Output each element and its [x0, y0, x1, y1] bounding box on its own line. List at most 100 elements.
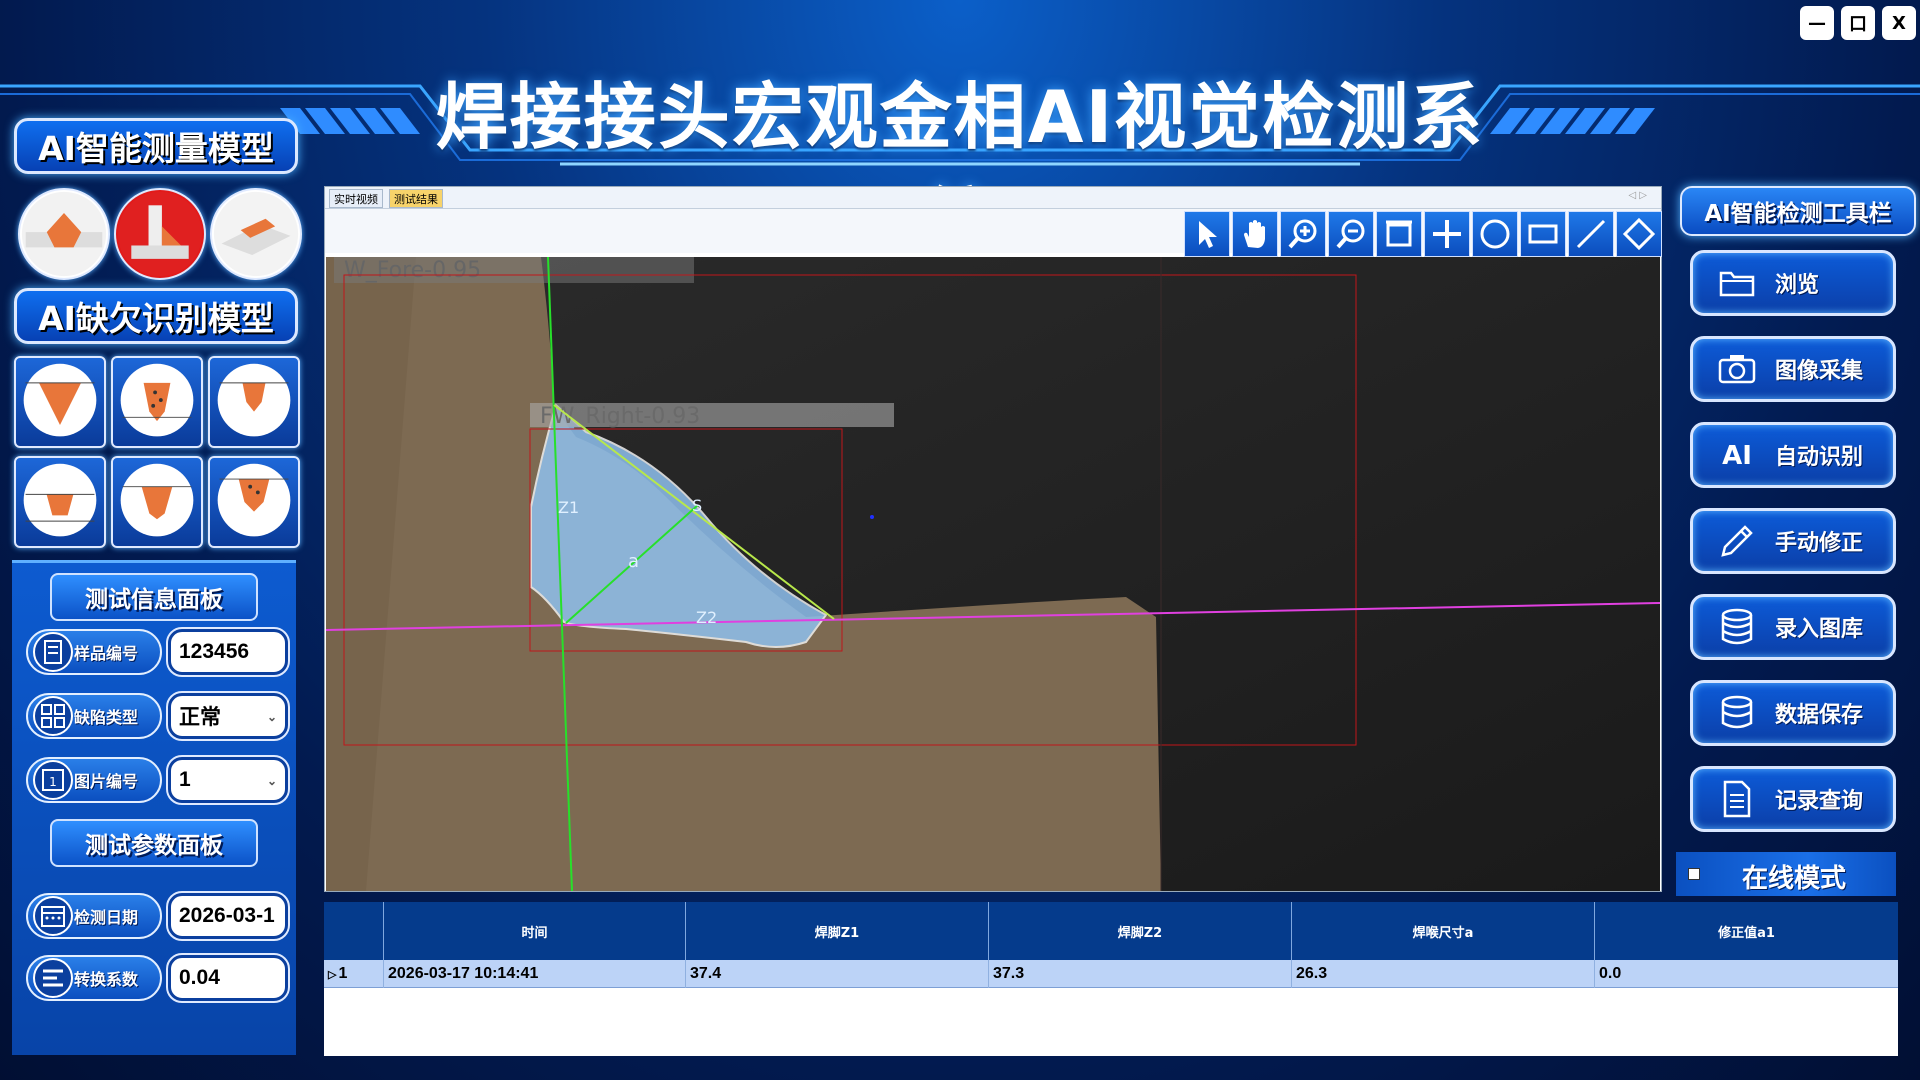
rectangle-tool[interactable] [1520, 211, 1566, 257]
info-panel-title: 测试信息面板 [50, 573, 258, 621]
defect-model-thumb-1[interactable] [14, 356, 106, 448]
image-no-value: 1 [179, 768, 191, 791]
zoom-out-icon [1336, 219, 1365, 249]
column-header-a1[interactable]: 修正值a1 [1594, 902, 1898, 960]
defect-model-thumb-5[interactable] [111, 456, 203, 548]
factor-value: 0.04 [179, 966, 220, 989]
inspection-image-canvas[interactable]: W_Fore-0.95 FW_Right-0.93 Z1 S a Z2 [326, 257, 1660, 891]
image-no-select[interactable]: 1 ⌄ [166, 755, 290, 805]
ai-icon: AI [1722, 441, 1752, 471]
table-row[interactable]: ▷ 1 2026-03-17 10:14:41 37.4 37.3 26.3 0.… [324, 960, 1898, 988]
center-marker [870, 515, 874, 519]
butt-weld-model-thumb[interactable] [18, 188, 110, 280]
image-viewer: 实时视频 测试结果 ◁ ▷ W_Fore-0.95 FW_Right-0.93 … [324, 186, 1662, 892]
browse-button[interactable]: 浏览 [1690, 250, 1896, 316]
fillet-weld-model-thumb[interactable] [114, 188, 206, 280]
cell-time: 2026-03-17 10:14:41 [383, 960, 685, 988]
image-capture-button[interactable]: 图像采集 [1690, 336, 1896, 402]
folder-icon [1719, 271, 1755, 297]
image-no-label: 1 图片编号 [26, 757, 162, 803]
cell-a: 26.3 [1291, 960, 1594, 988]
factor-input[interactable]: 0.04 [166, 953, 290, 1003]
defect-type-select[interactable]: 正常 ⌄ [166, 691, 290, 741]
fit-window-icon [1386, 220, 1412, 247]
detection-label-fore: W_Fore-0.95 [344, 258, 481, 283]
close-button[interactable]: X [1882, 6, 1916, 40]
minimize-button[interactable]: — [1800, 6, 1834, 40]
pointer-tool[interactable] [1184, 211, 1230, 257]
tab-live-video[interactable]: 实时视频 [329, 189, 383, 208]
test-date-input[interactable]: 2026-03-1 [166, 891, 290, 941]
sample-no-value: 123456 [179, 640, 250, 663]
measure-model-title: AI智能测量模型 [14, 118, 298, 174]
factor-label-text: 转换系数 [74, 970, 139, 989]
calendar-icon [33, 896, 73, 936]
manual-correct-label: 手动修正 [1775, 531, 1864, 556]
chevron-down-icon: ⌄ [266, 774, 277, 788]
manual-correct-button[interactable]: 手动修正 [1690, 508, 1896, 574]
line-tool[interactable] [1568, 211, 1614, 257]
column-header-z2[interactable]: 焊脚Z2 [988, 902, 1291, 960]
online-mode-checkbox[interactable] [1688, 868, 1700, 880]
database-icon [1721, 608, 1753, 645]
zoom-out-tool[interactable] [1328, 211, 1374, 257]
test-info-panel: 测试信息面板 样品编号 123456 缺陷类型 正常 ⌄ 1 图片编号 1 ⌄ 测试… [12, 560, 296, 1055]
hand-icon [1244, 220, 1265, 248]
document-icon [1723, 780, 1751, 818]
line-icon [1576, 219, 1606, 249]
table-header: 时间 焊脚Z1 焊脚Z2 焊喉尺寸a 修正值a1 [324, 902, 1898, 960]
online-mode-toggle[interactable]: 在线模式 [1676, 852, 1896, 896]
auto-recognize-label: 自动识别 [1775, 445, 1864, 470]
defect-model-thumb-4[interactable] [14, 456, 106, 548]
sample-icon [33, 632, 73, 672]
title-area: 焊接接头宏观金相AI视觉检测系统 [420, 18, 1500, 264]
factor-label: 转换系数 [26, 955, 162, 1001]
sample-no-label: 样品编号 [26, 629, 162, 675]
record-query-button[interactable]: 记录查询 [1690, 766, 1896, 832]
test-date-label: 检测日期 [26, 893, 162, 939]
label-z1: Z1 [558, 498, 579, 517]
online-mode-label: 在线模式 [1742, 864, 1847, 894]
row-pointer-icon: ▷ [328, 968, 337, 981]
enter-gallery-label: 录入图库 [1775, 617, 1864, 642]
tab-nav-arrows[interactable]: ◁ ▷ [1628, 190, 1647, 201]
defect-model-thumb-3[interactable] [208, 356, 300, 448]
tool-panel-title: AI智能检测工具栏 [1680, 186, 1916, 236]
defect-model-thumb-2[interactable] [111, 356, 203, 448]
pan-tool[interactable] [1232, 211, 1278, 257]
column-header-z1[interactable]: 焊脚Z1 [685, 902, 988, 960]
defect-type-value: 正常 [179, 706, 221, 729]
tab-test-result[interactable]: 测试结果 [389, 189, 443, 208]
save-data-button[interactable]: 数据保存 [1690, 680, 1896, 746]
defect-type-label: 缺陷类型 [26, 693, 162, 739]
cell-a1: 0.0 [1594, 960, 1898, 988]
column-header-a[interactable]: 焊喉尺寸a [1291, 902, 1594, 960]
polygon-icon [1622, 217, 1656, 251]
browse-label: 浏览 [1775, 273, 1820, 298]
rectangle-icon [1528, 224, 1558, 244]
param-panel-title: 测试参数面板 [50, 819, 258, 867]
lap-weld-model-thumb[interactable] [210, 188, 302, 280]
camera-icon [1718, 355, 1756, 384]
polygon-tool[interactable] [1616, 211, 1662, 257]
sample-no-input[interactable]: 123456 [166, 627, 290, 677]
defect-model-thumb-6[interactable] [208, 456, 300, 548]
enter-gallery-button[interactable]: 录入图库 [1690, 594, 1896, 660]
crosshair-tool[interactable] [1424, 211, 1470, 257]
cell-z1: 37.4 [685, 960, 988, 988]
image-no-icon: 1 [33, 760, 73, 800]
row-index: ▷ 1 [324, 960, 383, 988]
conversion-icon [33, 958, 73, 998]
svg-text:AI: AI [1722, 441, 1752, 471]
column-header-time[interactable]: 时间 [383, 902, 685, 960]
save-data-label: 数据保存 [1775, 703, 1864, 728]
cell-z2: 37.3 [988, 960, 1291, 988]
test-date-value: 2026-03-1 [179, 904, 275, 927]
zoom-in-tool[interactable] [1280, 211, 1326, 257]
fit-window-tool[interactable] [1376, 211, 1422, 257]
zoom-in-icon [1288, 219, 1317, 249]
auto-recognize-button[interactable]: AI 自动识别 [1690, 422, 1896, 488]
maximize-button[interactable]: 口 [1841, 6, 1875, 40]
circle-tool[interactable] [1472, 211, 1518, 257]
sample-no-label-text: 样品编号 [74, 644, 139, 663]
